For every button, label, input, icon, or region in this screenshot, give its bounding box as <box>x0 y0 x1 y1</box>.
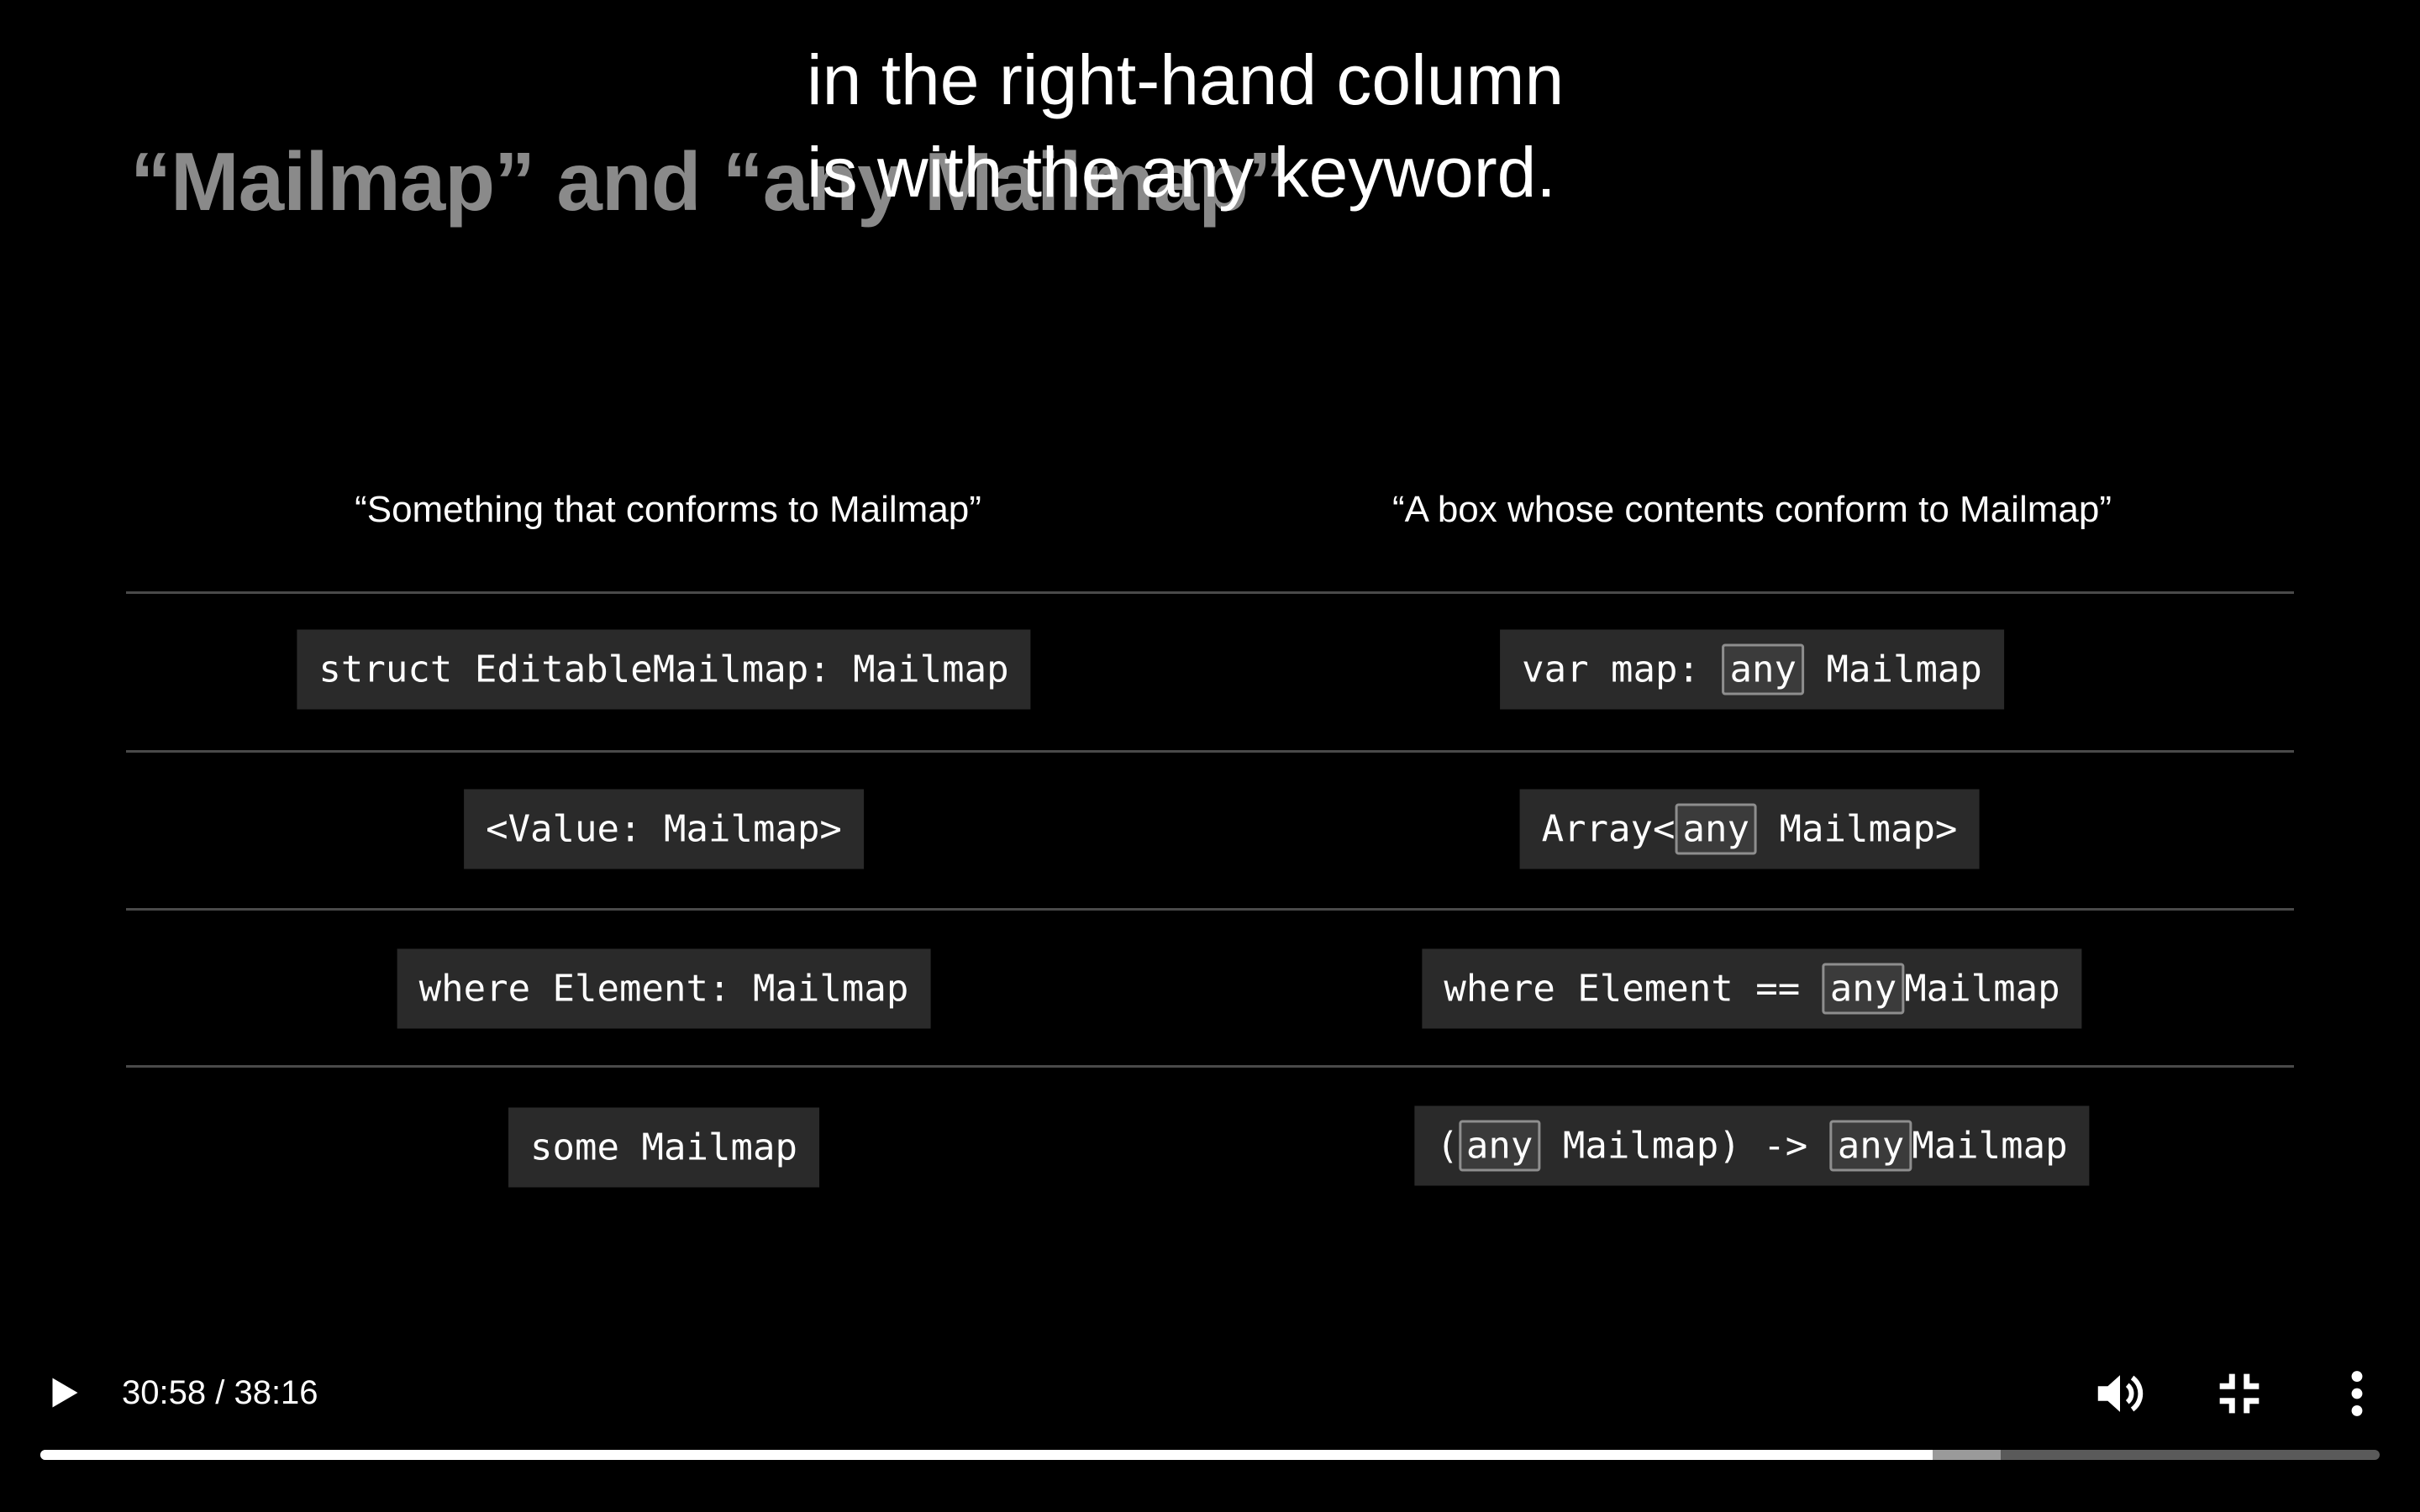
any-keyword-highlight: any <box>1829 1120 1912 1172</box>
play-button[interactable] <box>38 1368 88 1418</box>
left-column-header: “Something that conforms to Mailmap” <box>355 489 981 530</box>
code-text: var map: <box>1522 648 1723 691</box>
more-options-button[interactable] <box>2336 1364 2378 1423</box>
code-right-row-4: (any Mailmap) -> any Mailmap <box>1414 1105 2090 1186</box>
more-vert-icon <box>2351 1371 2363 1416</box>
code-right-row-3: where Element == any Mailmap <box>1422 948 2082 1029</box>
volume-icon <box>2097 1375 2144 1412</box>
table-divider <box>126 591 2294 594</box>
code-text: Mailmap) -> <box>1540 1124 1830 1168</box>
any-keyword-highlight: any <box>1675 803 1758 855</box>
exit-fullscreen-button[interactable] <box>2210 1364 2269 1423</box>
duration: 38:16 <box>234 1374 318 1411</box>
table-divider <box>126 1065 2294 1068</box>
any-keyword-highlight: any <box>1458 1120 1541 1172</box>
play-icon <box>52 1378 78 1408</box>
code-text: Mailmap <box>1904 967 2060 1011</box>
code-left-row-1: struct EditableMailmap: Mailmap <box>297 629 1031 710</box>
table-divider <box>126 750 2294 753</box>
code-text: Array< <box>1541 807 1676 851</box>
code-text: Mailmap <box>1912 1124 2068 1168</box>
caption-line-2: is with the any keyword. <box>807 133 1556 212</box>
code-text: ( <box>1436 1124 1459 1168</box>
progress-played <box>40 1450 1933 1460</box>
code-right-row-2: Array< any Mailmap> <box>1519 789 1980 869</box>
volume-button[interactable] <box>2091 1364 2149 1423</box>
exit-fullscreen-icon <box>2219 1373 2260 1414</box>
time-separator: / <box>206 1374 234 1411</box>
code-left-row-4: some Mailmap <box>508 1107 819 1188</box>
table-divider <box>126 908 2294 911</box>
any-keyword-highlight: any <box>1722 643 1804 696</box>
code-text: where Element == <box>1444 967 1823 1011</box>
subtitle-caption: in the right-hand column is with the any… <box>807 34 1731 218</box>
slide-title-left: “Mailmap” and “ <box>130 135 764 228</box>
code-right-row-1: var map: any Mailmap <box>1500 629 2004 710</box>
any-keyword-highlight: any <box>1822 963 1905 1015</box>
code-left-row-3: where Element: Mailmap <box>397 948 931 1029</box>
time-display: 30:58 / 38:16 <box>122 1368 318 1418</box>
right-column-header: “A box whose contents conform to Mailmap… <box>1392 489 2112 530</box>
progress-bar[interactable] <box>40 1450 2380 1460</box>
caption-line-1: in the right-hand column <box>807 40 1565 119</box>
code-left-row-2: <Value: Mailmap> <box>464 789 864 869</box>
code-text: Mailmap> <box>1757 807 1958 851</box>
current-time: 30:58 <box>122 1374 207 1411</box>
code-text: Mailmap <box>1803 648 1982 691</box>
